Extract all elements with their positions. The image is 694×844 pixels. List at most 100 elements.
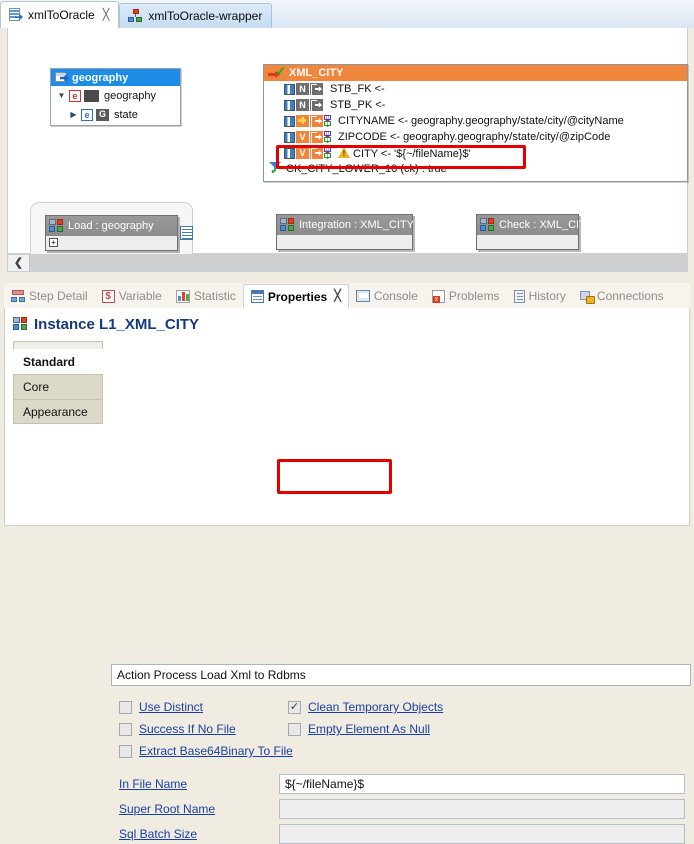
checkbox-label[interactable]: Extract Base64Binary To File bbox=[139, 744, 293, 758]
checkbox-label[interactable]: Use Distinct bbox=[139, 700, 203, 714]
problems-icon bbox=[431, 289, 445, 303]
tab-statistic[interactable]: Statistic bbox=[169, 284, 243, 308]
tab-variable[interactable]: $ Variable bbox=[95, 284, 169, 308]
tree-node-geography[interactable]: ▼ e geography bbox=[51, 86, 180, 105]
scroll-left-icon[interactable]: ❮ bbox=[8, 254, 30, 271]
tab-label: Connections bbox=[596, 289, 664, 303]
update-insert-markers-icon: UI bbox=[324, 131, 331, 143]
column-icon bbox=[284, 83, 295, 95]
mapping-row[interactable]: V UI ZIPCODE <- geography.geography/stat… bbox=[264, 129, 687, 145]
mapping-row[interactable]: UI CITYNAME <- geography.geography/state… bbox=[264, 113, 687, 129]
side-tab-standard[interactable]: Standard bbox=[13, 349, 103, 374]
tab-label: Step Detail bbox=[29, 289, 88, 303]
close-icon[interactable]: ╳ bbox=[103, 9, 110, 21]
constraint-row[interactable]: ✓ CK_CITY_LOWER_10 (ck) : true bbox=[264, 161, 687, 176]
checkbox-box[interactable] bbox=[119, 722, 132, 736]
load-geography-header: Load : geography bbox=[46, 216, 177, 236]
close-icon[interactable]: ╳ bbox=[334, 291, 341, 302]
field-label[interactable]: In File Name bbox=[119, 777, 279, 791]
field-label[interactable]: Sql Batch Size bbox=[119, 827, 279, 841]
xml-file-icon bbox=[9, 8, 23, 22]
warning-icon bbox=[338, 146, 350, 158]
mapping-text: CITY <- '${~/fileName}$' bbox=[338, 146, 471, 160]
dollar-icon: $ bbox=[101, 289, 115, 303]
statistic-icon bbox=[175, 289, 190, 303]
sql-batch-size-input[interactable] bbox=[279, 824, 685, 844]
source-tree-header[interactable]: geography bbox=[51, 69, 180, 86]
checkbox-label[interactable]: Clean Temporary Objects bbox=[308, 700, 443, 714]
target-panel-xml-city[interactable]: ✓ XML_CITY N STB_FK <- N STB_PK <- UI CI… bbox=[263, 64, 688, 182]
list-icon[interactable] bbox=[180, 226, 193, 240]
update-insert-markers-icon: UI bbox=[324, 115, 331, 127]
tab-step-detail[interactable]: Step Detail bbox=[4, 284, 95, 308]
side-tab-core[interactable]: Core bbox=[13, 374, 103, 399]
column-icon bbox=[284, 99, 295, 111]
checkbox-label[interactable]: Empty Element As Null bbox=[308, 722, 430, 736]
console-icon bbox=[355, 290, 370, 302]
column-icon bbox=[284, 131, 295, 143]
editor-tab-xmlToOracle[interactable]: xmlToOracle ╳ bbox=[0, 1, 120, 28]
red-arrow-check-icon: ✓ bbox=[268, 65, 286, 80]
mapping-row-city[interactable]: V UI CITY <- '${~/fileName}$' bbox=[264, 145, 687, 161]
tree-node-label: state bbox=[114, 108, 138, 121]
tab-properties[interactable]: Properties ╳ bbox=[242, 283, 349, 309]
super-root-name-input[interactable] bbox=[279, 799, 685, 819]
tab-history[interactable]: History bbox=[507, 284, 573, 308]
page-title-label: Instance L1_XML_CITY bbox=[34, 315, 200, 333]
editor-tab-label: xmlToOracle bbox=[28, 8, 95, 22]
table-arrow-icon bbox=[55, 72, 69, 83]
view-tab-bar: Step Detail $ Variable Statistic Propert… bbox=[4, 283, 690, 309]
expand-icon[interactable]: + bbox=[49, 238, 58, 247]
mapping-text: CITYNAME <- geography.geography/state/ci… bbox=[338, 115, 624, 127]
integration-box[interactable]: Integration : XML_CITY bbox=[276, 214, 414, 250]
step-detail-icon bbox=[11, 289, 25, 303]
nullable-flag-icon: N bbox=[296, 99, 309, 111]
wrapper-icon bbox=[128, 9, 143, 23]
action-process-field[interactable]: Action Process Load Xml to Rdbms bbox=[111, 664, 691, 686]
checkbox-use-distinct[interactable]: Use Distinct bbox=[119, 700, 203, 714]
checkbox-box[interactable] bbox=[288, 700, 301, 714]
checkbox-extract-base64binary-to-file[interactable]: Extract Base64Binary To File bbox=[119, 744, 293, 758]
dark-block-icon bbox=[84, 89, 99, 102]
tab-label: Properties bbox=[267, 289, 328, 304]
integration-header: Integration : XML_CITY bbox=[277, 215, 414, 235]
tab-console[interactable]: Console bbox=[349, 284, 425, 308]
mapping-text-value: CITY <- '${~/fileName}$' bbox=[353, 147, 471, 160]
value-flag-icon: V bbox=[296, 147, 309, 159]
tree-node-state[interactable]: ▶ e G state bbox=[51, 105, 180, 124]
editor-tab-xmlToOracle-wrapper[interactable]: xmlToOracle-wrapper bbox=[119, 3, 273, 28]
output-arrow-icon bbox=[310, 99, 323, 112]
load-geography-box[interactable]: Load : geography + bbox=[45, 215, 178, 251]
chevron-down-icon[interactable]: ▼ bbox=[57, 91, 66, 100]
canvas-horizontal-scrollbar[interactable]: ❮ bbox=[7, 254, 688, 272]
process-icon bbox=[480, 218, 495, 232]
checkbox-box[interactable] bbox=[119, 744, 132, 758]
properties-icon bbox=[250, 290, 264, 303]
checkbox-success-if-no-file[interactable]: Success If No File bbox=[119, 722, 236, 736]
source-tree-geography[interactable]: geography ▼ e geography ▶ e G state bbox=[50, 68, 181, 126]
mapping-row[interactable]: N STB_PK <- bbox=[264, 97, 687, 113]
mapping-canvas[interactable]: geography ▼ e geography ▶ e G state ✓ XM… bbox=[7, 28, 688, 272]
checkbox-box[interactable] bbox=[119, 700, 132, 714]
value-flag-icon: V bbox=[296, 131, 309, 143]
tab-problems[interactable]: Problems bbox=[425, 284, 507, 308]
field-sql-batch-size: Sql Batch Size bbox=[119, 824, 691, 844]
field-label[interactable]: Super Root Name bbox=[119, 802, 279, 816]
nullable-flag-icon: N bbox=[296, 83, 309, 95]
check-box[interactable]: Check : XML_CITY bbox=[476, 214, 593, 250]
properties-panel: Instance L1_XML_CITY Standard Core Appea… bbox=[4, 308, 691, 844]
target-panel-header[interactable]: ✓ XML_CITY bbox=[264, 65, 687, 81]
checkbox-box[interactable] bbox=[288, 722, 301, 736]
in-file-name-input[interactable]: ${~/fileName}$ bbox=[279, 774, 685, 794]
group-badge-icon: G bbox=[96, 108, 109, 121]
checkbox-label[interactable]: Success If No File bbox=[139, 722, 236, 736]
checkbox-empty-element-as-null[interactable]: Empty Element As Null bbox=[288, 722, 430, 736]
primary-key-icon bbox=[296, 115, 309, 127]
checkbox-clean-temporary-objects[interactable]: Clean Temporary Objects bbox=[288, 700, 443, 714]
element-badge-icon: e bbox=[81, 108, 93, 121]
tab-connections[interactable]: Connections bbox=[573, 284, 671, 308]
chevron-right-icon[interactable]: ▶ bbox=[69, 110, 78, 119]
side-tab-appearance[interactable]: Appearance bbox=[13, 399, 103, 424]
mapping-row[interactable]: N STB_FK <- bbox=[264, 81, 687, 97]
output-arrow-icon bbox=[310, 147, 323, 160]
